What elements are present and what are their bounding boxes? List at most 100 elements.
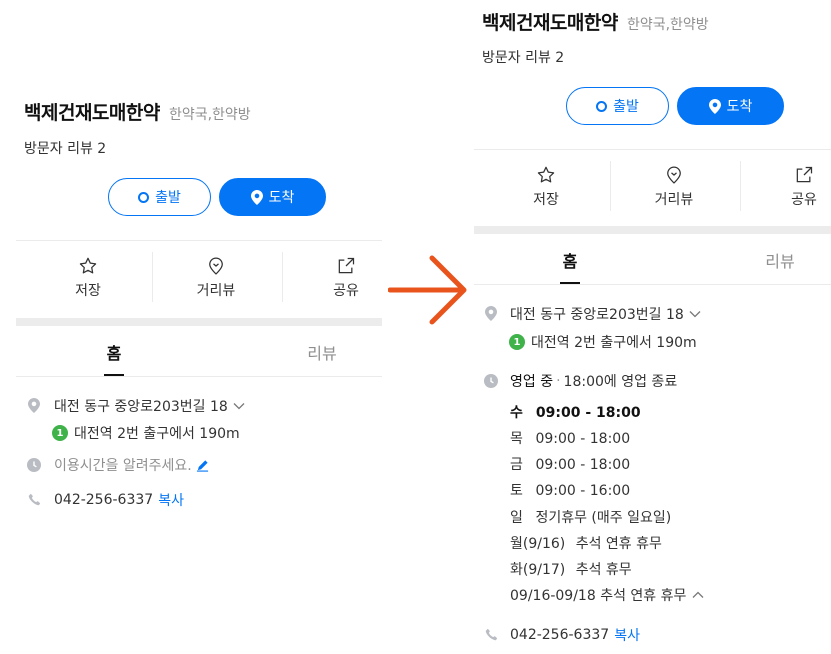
- chevron-down-icon: [233, 403, 245, 410]
- clock-icon: [484, 374, 498, 388]
- title-row: 백제건재도매한약 한약국,한약방: [482, 8, 709, 35]
- hours-day: 화(9/17): [510, 562, 566, 578]
- roadview-label: 거리뷰: [196, 283, 236, 299]
- business-status-row[interactable]: 영업 중 · 18:00에 영업 종료: [510, 371, 677, 391]
- station-text: 대전역 2번 출구에서 190m: [74, 426, 240, 442]
- roadview-icon: [209, 257, 223, 275]
- share-label: 공유: [791, 192, 817, 208]
- share-icon: [796, 166, 813, 183]
- roadview-icon: [667, 166, 681, 184]
- hours-row: 수 09:00 - 18:00: [510, 402, 641, 422]
- save-button[interactable]: 저장: [38, 256, 138, 300]
- subway-line-badge: 1: [52, 425, 68, 441]
- phone-icon: [28, 493, 41, 506]
- phone-icon: [485, 628, 498, 641]
- star-icon: [79, 257, 97, 274]
- visitor-reviews-link[interactable]: 방문자 리뷰 2: [24, 138, 106, 158]
- phone-number[interactable]: 042-256-6337: [54, 492, 153, 508]
- holiday-note: 09/16-09/18 추석 연휴 휴무: [510, 588, 687, 604]
- roadview-label: 거리뷰: [654, 192, 694, 208]
- location-pin-icon: [250, 189, 263, 205]
- address-row[interactable]: 대전 동구 중앙로203번길 18: [510, 304, 701, 324]
- section-band: [474, 226, 831, 234]
- closing-time: 18:00에 영업 종료: [563, 374, 678, 390]
- hours-row: 화(9/17) 추석 휴무: [510, 559, 632, 579]
- save-button[interactable]: 저장: [496, 165, 596, 209]
- chevron-up-icon[interactable]: [692, 591, 704, 599]
- share-label: 공유: [333, 283, 359, 299]
- hours-time: 09:00 - 18:00: [535, 405, 641, 421]
- arrive-label: 도착: [726, 99, 753, 115]
- hours-row: 월(9/16) 추석 연휴 휴무: [510, 533, 662, 553]
- arrive-button[interactable]: 도착: [677, 87, 784, 125]
- depart-label: 출발: [155, 190, 181, 206]
- holiday-note-row[interactable]: 09/16-09/18 추석 연휴 휴무: [510, 585, 704, 605]
- tab-review[interactable]: 리뷰: [292, 340, 352, 364]
- location-pin-icon: [28, 398, 40, 413]
- hours-time: 09:00 - 18:00: [535, 431, 631, 447]
- phone-row: 042-256-6337 복사: [510, 625, 640, 645]
- hours-day: 월(9/16): [510, 536, 566, 552]
- origin-dot-icon: [138, 191, 150, 203]
- station-row: 1 대전역 2번 출구에서 190m: [509, 332, 697, 352]
- hours-prompt-row[interactable]: 이용시간을 알려주세요.: [54, 455, 209, 475]
- tab-review[interactable]: 리뷰: [750, 248, 810, 272]
- share-button[interactable]: 공유: [754, 165, 831, 209]
- divider: [16, 376, 382, 377]
- divider: [474, 149, 831, 150]
- share-button[interactable]: 공유: [296, 256, 396, 300]
- depart-button[interactable]: 출발: [108, 178, 211, 216]
- hours-day: 목: [510, 431, 523, 447]
- divider: [282, 252, 283, 302]
- copy-phone-button[interactable]: 복사: [158, 490, 184, 510]
- depart-label: 출발: [613, 99, 639, 115]
- place-category: 한약국,한약방: [168, 107, 251, 123]
- arrive-label: 도착: [268, 190, 295, 206]
- title-row: 백제건재도매한약 한약국,한약방: [24, 98, 251, 125]
- hours-time: 추석 연휴 휴무: [575, 536, 662, 552]
- hours-time: 정기휴무 (매주 일요일): [535, 510, 672, 526]
- share-icon: [338, 257, 355, 274]
- depart-button[interactable]: 출발: [566, 87, 669, 125]
- hours-time: 추석 휴무: [575, 562, 632, 578]
- divider: [474, 284, 831, 285]
- hours-day: 수: [510, 405, 523, 421]
- copy-phone-button[interactable]: 복사: [614, 625, 640, 645]
- address-text: 대전 동구 중앙로203번길 18: [54, 399, 228, 415]
- visitor-reviews-link[interactable]: 방문자 리뷰 2: [482, 47, 564, 67]
- divider: [740, 161, 741, 211]
- tab-home[interactable]: 홈: [540, 248, 600, 272]
- hours-row: 일 정기휴무 (매주 일요일): [510, 507, 671, 527]
- divider: [16, 240, 382, 241]
- phone-number[interactable]: 042-256-6337: [510, 627, 609, 643]
- location-pin-icon: [708, 98, 721, 114]
- tab-home[interactable]: 홈: [84, 340, 144, 364]
- section-band: [16, 318, 382, 326]
- location-pin-icon: [485, 306, 497, 321]
- hours-day: 금: [510, 457, 523, 473]
- roadview-button[interactable]: 거리뷰: [624, 165, 724, 209]
- transition-arrow-icon: [388, 255, 467, 325]
- place-title[interactable]: 백제건재도매한약: [24, 102, 160, 124]
- hours-day: 일: [510, 510, 523, 526]
- address-text: 대전 동구 중앙로203번길 18: [510, 307, 684, 323]
- subway-line-badge: 1: [509, 334, 525, 350]
- divider: [610, 161, 611, 211]
- roadview-button[interactable]: 거리뷰: [166, 256, 266, 300]
- clock-icon: [27, 458, 41, 472]
- hours-row: 토 09:00 - 16:00: [510, 480, 630, 500]
- place-category: 한약국,한약방: [626, 17, 709, 33]
- arrive-button[interactable]: 도착: [219, 178, 326, 216]
- star-icon: [537, 166, 555, 183]
- address-row[interactable]: 대전 동구 중앙로203번길 18: [54, 396, 245, 416]
- save-label: 저장: [75, 283, 101, 299]
- hours-prompt-text: 이용시간을 알려주세요.: [54, 458, 192, 474]
- divider: [152, 252, 153, 302]
- place-panel-before: 백제건재도매한약 한약국,한약방 방문자 리뷰 2 출발 도착 저장 거리뷰 공…: [16, 0, 382, 654]
- pencil-icon[interactable]: [196, 459, 209, 472]
- place-panel-after: 백제건재도매한약 한약국,한약방 방문자 리뷰 2 출발 도착 저장 거리뷰 공…: [474, 0, 831, 654]
- hours-time: 09:00 - 18:00: [535, 457, 631, 473]
- place-title[interactable]: 백제건재도매한약: [482, 12, 618, 34]
- hours-day: 토: [510, 483, 523, 499]
- open-status: 영업 중: [510, 374, 554, 390]
